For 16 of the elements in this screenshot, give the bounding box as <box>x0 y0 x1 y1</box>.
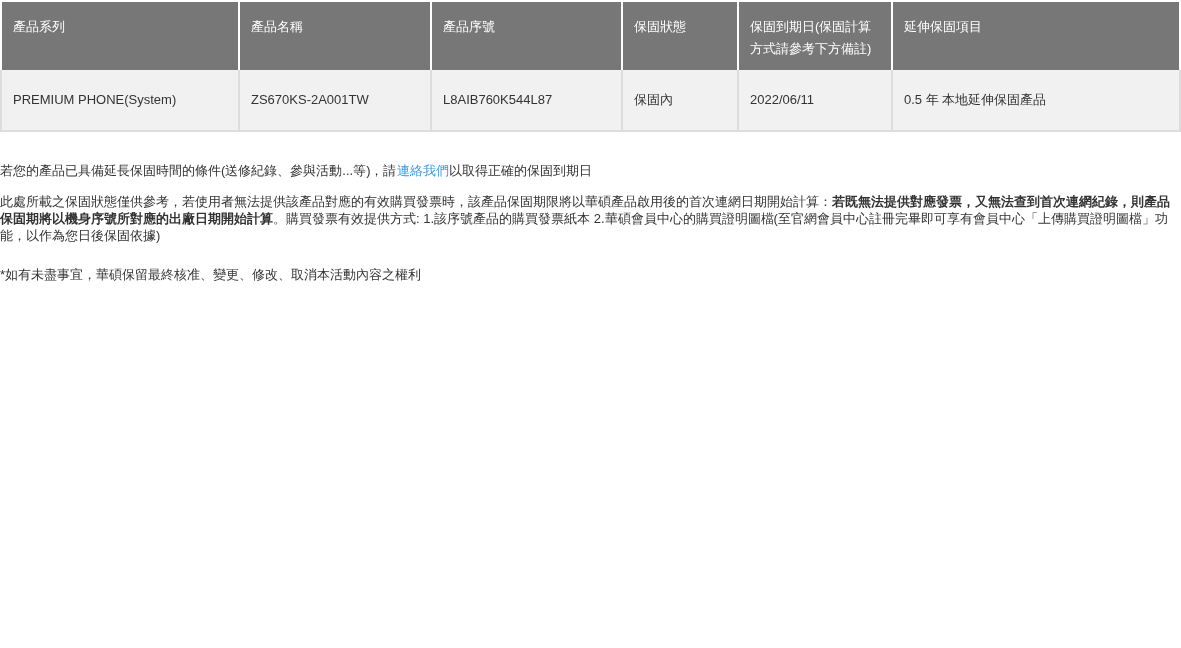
contact-note: 若您的產品已具備延長保固時間的條件(送修紀錄、參與活動...等)，請連絡我們以取得正確的保固到期日 <box>0 162 593 179</box>
table-cell: 保固內 <box>622 70 738 131</box>
column-header: 產品系列 <box>1 2 239 70</box>
column-header: 保固到期日(保固計算方式請參考下方備註) <box>738 2 892 70</box>
table-cell: 0.5 年 本地延伸保固產品 <box>892 70 1180 131</box>
table-cell: ZS670KS-2A001TW <box>239 70 431 131</box>
column-header: 產品名稱 <box>239 2 431 70</box>
column-header: 延伸保固項目 <box>892 2 1180 70</box>
warranty-disclaimer: 此處所載之保固狀態僅供參考，若使用者無法提供該產品對應的有效購買發票時，該產品保固期限將以華碩產品啟用後的首次連網日期開始計算：若既無法提供對應發票，又無法查到首次連網紀錄，則產品保固期將以機身序號所對應的出廠日期開始計算。購買發票有效提供方式: 1.該序號產品的購買發票紙本 2.華碩會員中心的購買證明圖檔(至官網會員中心註冊完畢即可享有會員中心「上傳購買證明圖檔」功能，以作為您日後保固依據) <box>0 193 1171 244</box>
footnote: *如有未盡事宜，華碩保留最終核准、變更、修改、取消本活動內容之權利 <box>0 266 423 283</box>
table-cell: L8AIB760K544L87 <box>431 70 622 131</box>
contact-link[interactable]: 連絡我們 <box>396 163 449 178</box>
column-header: 產品序號 <box>431 2 622 70</box>
column-header: 保固狀態 <box>622 2 738 70</box>
table-cell: 2022/06/11 <box>738 70 892 131</box>
table-cell: PREMIUM PHONE(System) <box>1 70 239 131</box>
